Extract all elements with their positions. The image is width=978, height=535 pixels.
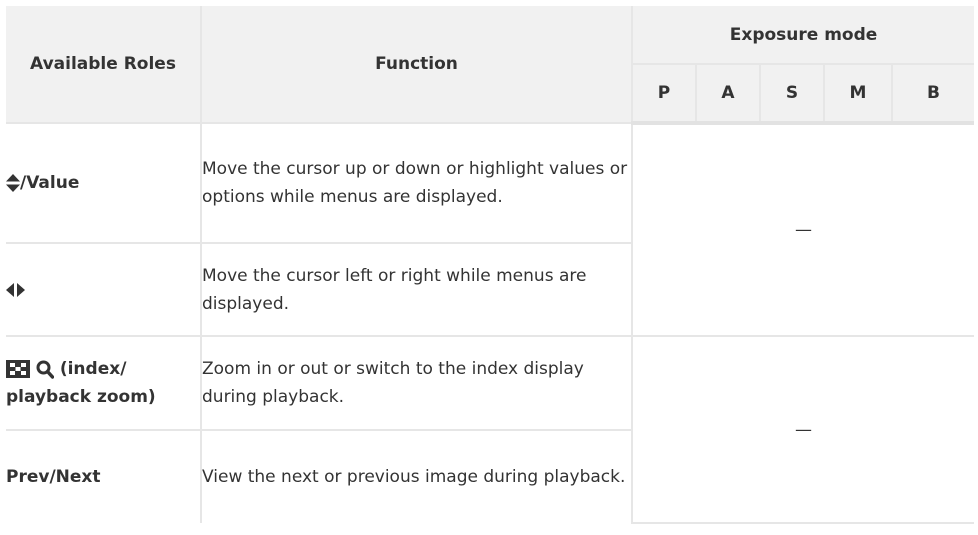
role-label-line-2: playback zoom) bbox=[6, 387, 156, 407]
role-label: /Value bbox=[20, 173, 80, 193]
mode-header-s: S bbox=[759, 63, 825, 125]
role-cell: /Value bbox=[6, 122, 202, 244]
mode-header-m: M bbox=[823, 63, 893, 125]
function-cell: Move the cursor left or right while menu… bbox=[200, 242, 632, 337]
function-cell: View the next or previous image during p… bbox=[200, 429, 632, 523]
column-header-exposure-mode: Exposure mode bbox=[630, 6, 975, 65]
exposure-mode-dash: — bbox=[630, 335, 975, 524]
column-header-function: Function bbox=[200, 6, 633, 124]
table-row: (index/ playback zoom) Zoom in or out or… bbox=[6, 335, 975, 524]
left-right-arrows-icon bbox=[6, 282, 25, 297]
mode-header-b: B bbox=[890, 63, 975, 125]
table-row: /Value Move the cursor up or down or hig… bbox=[6, 122, 975, 337]
index-grid-icon bbox=[6, 360, 30, 378]
role-cell bbox=[6, 242, 202, 337]
up-down-arrows-icon bbox=[6, 174, 20, 192]
mode-header-p: P bbox=[632, 63, 697, 125]
column-header-available-roles: Available Roles bbox=[6, 6, 202, 124]
available-roles-table: Available Roles Function Exposure mode P… bbox=[6, 6, 975, 524]
mode-header-a: A bbox=[695, 63, 761, 125]
role-cell: Prev/Next bbox=[6, 429, 202, 523]
magnifier-icon bbox=[36, 360, 54, 379]
role-label-line-1: (index/ bbox=[53, 359, 127, 379]
function-cell: Move the cursor up or down or highlight … bbox=[200, 122, 633, 244]
role-cell: (index/ playback zoom) bbox=[6, 335, 202, 431]
exposure-mode-dash: — bbox=[630, 122, 975, 337]
function-cell: Zoom in or out or switch to the index di… bbox=[200, 335, 633, 431]
